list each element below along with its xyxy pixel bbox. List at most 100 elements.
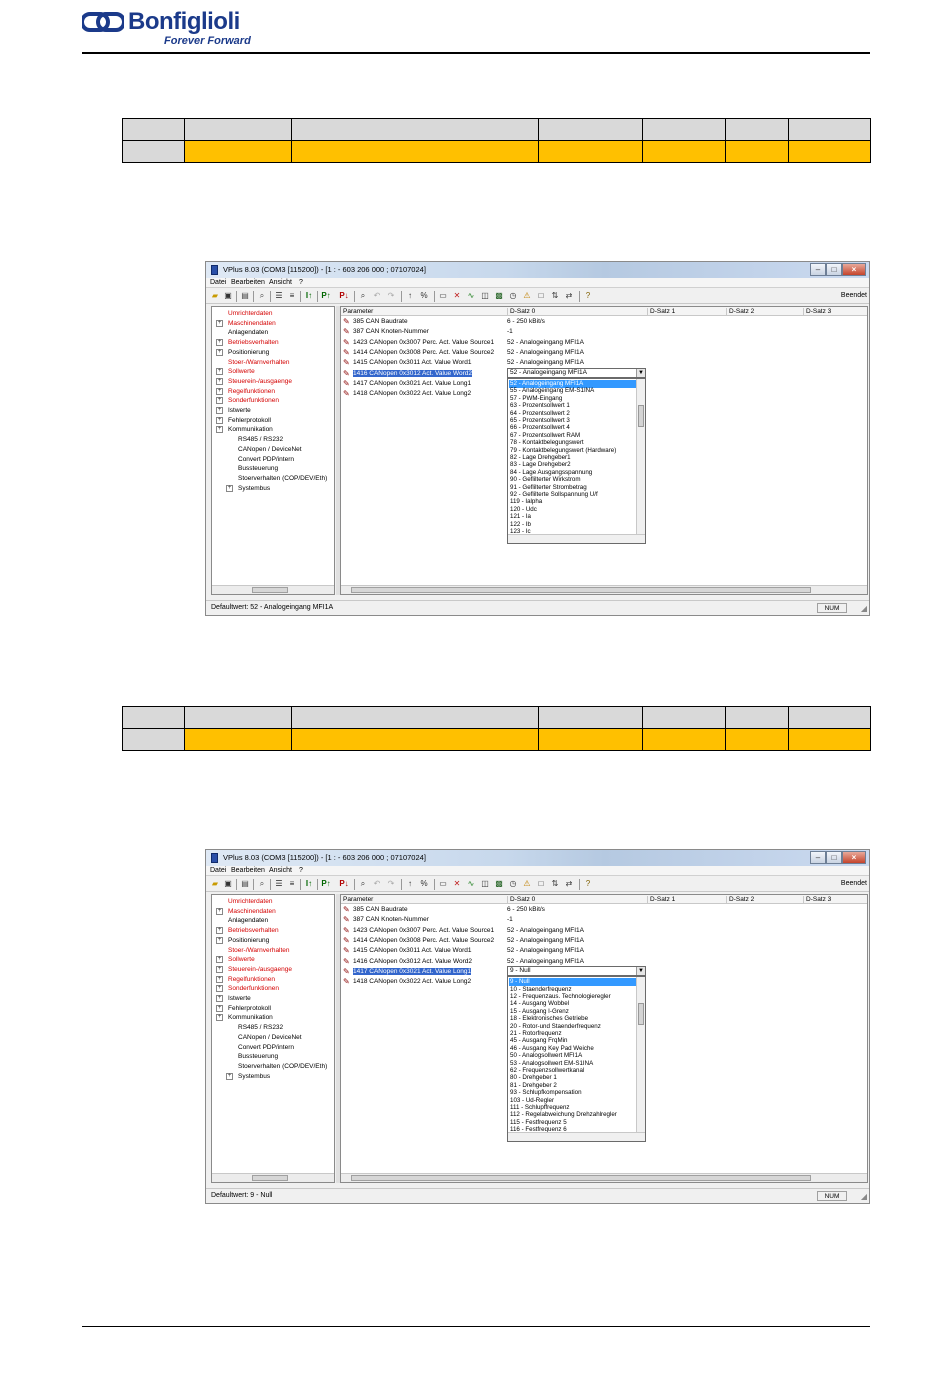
minimize-icon[interactable]: – — [810, 851, 826, 864]
list-horizontal-scrollbar[interactable] — [508, 534, 645, 543]
parameter-row[interactable]: ✎ 1423 CANopen 0x3007 Perc. Act. Value So… — [341, 926, 867, 936]
search-icon[interactable]: ⌕ — [358, 291, 368, 301]
print-preview-icon[interactable]: ⌕ — [257, 879, 267, 889]
list-vertical-scrollbar[interactable] — [636, 977, 645, 1133]
scrollbar-thumb[interactable] — [351, 1175, 811, 1181]
window-icon[interactable]: ▭ — [438, 291, 448, 301]
tree-item[interactable]: Convert PDP/intern — [238, 455, 294, 464]
expand-icon[interactable]: + — [216, 975, 223, 983]
column-header-dsatz2[interactable]: D-Satz 2 — [726, 896, 754, 904]
scrollbar-thumb[interactable] — [351, 587, 811, 593]
menu-bearbeiten[interactable]: Bearbeiten — [231, 279, 265, 286]
column-header-dsatz0[interactable]: D-Satz 0 — [507, 308, 535, 316]
list-icon[interactable]: ≡ — [287, 879, 297, 889]
parameter-value[interactable]: 52 - Analogeingang MFI1A — [507, 359, 584, 366]
parameter-row[interactable]: ✎ 1414 CANopen 0x3008 Perc. Act. Value So… — [341, 936, 867, 946]
tree-item[interactable]: Maschinendaten — [228, 319, 276, 328]
tree-item[interactable]: Betriebsverhalten — [228, 926, 279, 935]
parameter-value[interactable]: 6 - 250 kBit/s — [507, 906, 545, 913]
parameter-row[interactable]: ✎ 385 CAN Baudrate 6 - 250 kBit/s — [341, 905, 867, 915]
column-header-dsatz0[interactable]: D-Satz 0 — [507, 896, 535, 904]
tree-item[interactable]: Sonderfunktionen — [228, 984, 279, 993]
expand-icon[interactable]: + — [226, 484, 233, 492]
scrollbar-thumb[interactable] — [252, 587, 288, 593]
parameter-row[interactable]: ✎ 1415 CANopen 0x3011 Act. Value Word1 52 … — [341, 358, 867, 368]
tree-item[interactable]: Steuerein-/ausgaenge — [228, 377, 292, 386]
tree-horizontal-scrollbar[interactable] — [212, 585, 334, 594]
tree-item[interactable]: Stoerverhalten (COP/DEV/Eth) — [238, 474, 327, 483]
monitor-icon[interactable]: ◫ — [480, 879, 490, 889]
tree-item[interactable]: Stoer-/Warnverhalten — [228, 946, 290, 955]
tools-icon[interactable]: ✕ — [452, 291, 462, 301]
parameter-row[interactable]: ✎ 387 CAN Knoten-Nummer -1 — [341, 327, 867, 337]
tree-item[interactable]: Umrichterdaten — [228, 897, 272, 906]
title-bar[interactable]: VPlus 8.03 (COM3 [115200]) - [1 : - 603 … — [206, 262, 869, 278]
parameter-value[interactable]: 6 - 250 kBit/s — [507, 318, 545, 325]
column-header-dsatz2[interactable]: D-Satz 2 — [726, 308, 754, 316]
parameter-value[interactable]: -1 — [507, 328, 513, 335]
tree-item[interactable]: CANopen / DeviceNet — [238, 445, 302, 454]
tree-item[interactable]: Sollwerte — [228, 955, 255, 964]
maximize-icon[interactable]: □ — [826, 263, 842, 276]
parameter-row[interactable]: ✎ 1416 CANopen 0x3012 Act. Value Word2 52 … — [341, 957, 867, 967]
column-header-dsatz3[interactable]: D-Satz 3 — [803, 896, 831, 904]
tree-item[interactable]: Convert PDP/intern — [238, 1043, 294, 1052]
save-icon[interactable]: ▣ — [223, 879, 233, 889]
percent-icon[interactable]: % — [419, 879, 429, 889]
menu-help[interactable]: ? — [299, 279, 303, 286]
expand-icon[interactable]: + — [216, 348, 223, 356]
grid-horizontal-scrollbar[interactable] — [341, 585, 867, 594]
tree-item[interactable]: Sonderfunktionen — [228, 396, 279, 405]
transfer-icon[interactable]: ⇄ — [564, 291, 574, 301]
expand-icon[interactable]: + — [216, 907, 223, 915]
tree-item[interactable]: RS485 / RS232 — [238, 1023, 283, 1032]
list-icon[interactable]: ≡ — [287, 291, 297, 301]
grid-horizontal-scrollbar[interactable] — [341, 1173, 867, 1182]
maximize-icon[interactable]: □ — [826, 851, 842, 864]
column-header-dsatz1[interactable]: D-Satz 1 — [647, 896, 675, 904]
expand-icon[interactable]: + — [216, 936, 223, 944]
tree-item[interactable]: Istwerte — [228, 994, 251, 1003]
parameter-row[interactable]: ✎ 1415 CANopen 0x3011 Act. Value Word1 52 … — [341, 946, 867, 956]
parameter-value[interactable]: 52 - Analogeingang MFI1A — [507, 339, 584, 346]
arrow-up-icon[interactable]: ↑ — [405, 879, 415, 889]
expand-icon[interactable]: + — [216, 927, 223, 935]
parameter-row[interactable]: ✎ 385 CAN Baudrate 6 - 250 kBit/s — [341, 317, 867, 327]
tree-item[interactable]: Betriebsverhalten — [228, 338, 279, 347]
exchange-icon[interactable]: ⇅ — [550, 291, 560, 301]
param-up-icon[interactable]: P↑ — [321, 879, 331, 889]
open-folder-icon[interactable]: ▰ — [210, 291, 220, 301]
param-down-icon[interactable]: P↓ — [339, 291, 349, 301]
print-icon[interactable]: ▤ — [240, 291, 250, 301]
scrollbar-thumb[interactable] — [638, 405, 644, 427]
parameter-row[interactable]: ✎ 1423 CANopen 0x3007 Perc. Act. Value So… — [341, 338, 867, 348]
tree-item[interactable]: RS485 / RS232 — [238, 435, 283, 444]
warning-icon[interactable]: ⚠ — [522, 291, 532, 301]
expand-icon[interactable]: + — [216, 995, 223, 1002]
exchange-icon[interactable]: ⇅ — [550, 879, 560, 889]
param-up-icon[interactable]: P↑ — [321, 291, 331, 301]
menu-help[interactable]: ? — [299, 867, 303, 874]
dsatz-dropdown[interactable]: 52 - Analogeingang MFI1A ▼ — [507, 368, 646, 378]
exit-button[interactable]: Beendet — [841, 880, 867, 887]
minimize-icon[interactable]: – — [810, 263, 826, 276]
parameter-value[interactable]: 52 - Analogeingang MFI1A — [507, 958, 584, 965]
scrollbar-thumb[interactable] — [638, 1003, 644, 1026]
column-header-dsatz1[interactable]: D-Satz 1 — [647, 308, 675, 316]
expand-icon[interactable]: + — [216, 1014, 223, 1022]
transfer-icon[interactable]: ⇄ — [564, 879, 574, 889]
indent-icon[interactable]: ☰ — [274, 879, 284, 889]
expand-icon[interactable]: + — [216, 985, 223, 993]
tree-item[interactable]: Regelfunktionen — [228, 387, 275, 396]
expand-icon[interactable]: + — [216, 426, 223, 434]
print-preview-icon[interactable]: ⌕ — [257, 291, 267, 301]
parameter-value[interactable]: 52 - Analogeingang MFI1A — [507, 349, 584, 356]
tree-item[interactable]: CANopen / DeviceNet — [238, 1033, 302, 1042]
clock-icon[interactable]: ◷ — [508, 879, 518, 889]
picture-icon[interactable]: ▩ — [494, 879, 504, 889]
window-icon[interactable]: ▭ — [438, 879, 448, 889]
expand-icon[interactable]: + — [216, 956, 223, 964]
tree-item[interactable]: Umrichterdaten — [228, 309, 272, 318]
expand-icon[interactable]: + — [216, 387, 223, 395]
open-folder-icon[interactable]: ▰ — [210, 879, 220, 889]
